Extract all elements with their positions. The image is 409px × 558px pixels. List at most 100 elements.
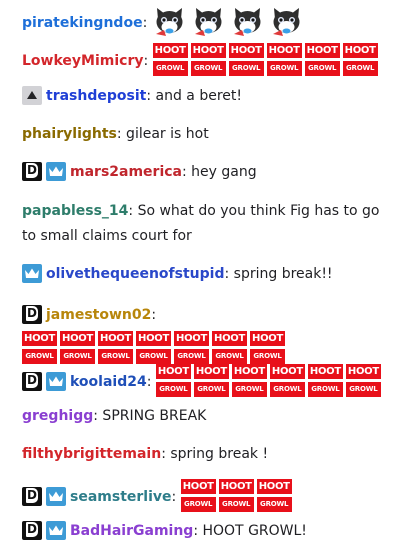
d-badge-icon[interactable] (22, 486, 42, 506)
d-badge-icon[interactable] (22, 371, 42, 391)
chat-message: piratekingndoe: (22, 6, 394, 40)
cat-emote[interactable] (191, 5, 226, 38)
hoot-growl-emote[interactable]: HOOT GROWL (266, 42, 302, 76)
emote-bottom-text: GROWL (349, 384, 378, 393)
emote-bottom-text: GROWL (194, 63, 223, 72)
emote-top-text: HOOT (344, 44, 376, 56)
chat-username[interactable]: mars2america (70, 164, 182, 180)
triangle-badge-icon[interactable] (22, 85, 42, 105)
chat-username[interactable]: seamsterlive (70, 489, 172, 505)
hoot-growl-emote[interactable]: HOOT GROWL (136, 330, 171, 364)
d-badge-icon[interactable] (22, 520, 42, 540)
emote-bottom-text: GROWL (273, 384, 302, 393)
chat-message-text: : gilear is hot (116, 126, 209, 142)
emote-bottom-text: GROWL (260, 499, 289, 508)
emote-bottom-text: GROWL (184, 499, 213, 508)
emote-bottom-text: GROWL (197, 384, 226, 393)
chat-message: koolaid24: HOOT GROWL HOOT GROWL HOOT GROWL HO… (22, 363, 394, 399)
emote-bottom-text: GROWL (139, 351, 168, 360)
hoot-growl-emote[interactable]: HOOT GROWL (228, 42, 264, 76)
emote-top-text: HOOT (347, 365, 379, 377)
emote-top-text: HOOT (138, 332, 169, 344)
hoot-growl-emote[interactable]: HOOT GROWL (22, 330, 57, 364)
chat-username[interactable]: phairylights (22, 126, 117, 142)
chat-message: BadHairGaming: HOOT GROWL! (22, 519, 394, 544)
emote-top-text: HOOT (220, 480, 252, 492)
hoot-growl-emote[interactable]: HOOT GROWL (345, 363, 381, 397)
hoot-growl-emote[interactable]: HOOT GROWL (250, 330, 285, 364)
emote-bottom-text: GROWL (101, 351, 130, 360)
cat-emote[interactable] (152, 5, 187, 38)
emote-top-text: HOOT (176, 332, 207, 344)
d-badge-icon[interactable] (22, 304, 42, 324)
emote-bottom-text: GROWL (159, 384, 188, 393)
hoot-growl-emote[interactable]: HOOT GROWL (155, 363, 191, 397)
emote-bottom-text: GROWL (25, 351, 54, 360)
chat-username[interactable]: papabless_14 (22, 203, 128, 219)
emote-bottom-text: GROWL (235, 384, 264, 393)
hoot-growl-emote[interactable]: HOOT GROWL (307, 363, 343, 397)
chat-username[interactable]: greghigg (22, 408, 93, 424)
chat-message: trashdeposit: and a beret! (22, 84, 394, 109)
crown-badge-icon[interactable] (46, 371, 66, 391)
hoot-growl-emote[interactable]: HOOT GROWL (256, 478, 292, 512)
chat-message: mars2america: hey gang (22, 160, 394, 185)
hoot-growl-emote[interactable]: HOOT GROWL (342, 42, 378, 76)
emote-top-text: HOOT (306, 44, 338, 56)
hoot-growl-emote[interactable]: HOOT GROWL (180, 478, 216, 512)
d-badge-icon[interactable] (22, 161, 42, 181)
chat-username[interactable]: BadHairGaming (70, 523, 193, 539)
crown-badge-icon[interactable] (46, 486, 66, 506)
chat-message-text: : hey gang (182, 164, 257, 180)
hoot-growl-emote[interactable]: HOOT GROWL (231, 363, 267, 397)
chat-username[interactable]: koolaid24 (70, 374, 147, 390)
message-separator: : (142, 15, 152, 31)
message-separator: : (171, 489, 181, 505)
chat-username[interactable]: filthybrigittemain (22, 446, 161, 462)
hoot-growl-emote[interactable]: HOOT GROWL (193, 363, 229, 397)
hoot-growl-emote[interactable]: HOOT GROWL (190, 42, 226, 76)
hoot-growl-emote[interactable]: HOOT GROWL (218, 478, 254, 512)
emote-bottom-text: GROWL (270, 63, 299, 72)
hoot-growl-emote[interactable]: HOOT GROWL (212, 330, 247, 364)
message-separator: : (143, 53, 153, 69)
hoot-growl-emote[interactable]: HOOT GROWL (304, 42, 340, 76)
emote-group: HOOT GROWL HOOT GROWL HOOT GROWL HOOT GROWL HOOT… (22, 330, 288, 364)
hoot-growl-emote[interactable]: HOOT GROWL (60, 330, 95, 364)
chat-message: LowkeyMimicry: HOOT GROWL HOOT GROWL HOOT GRO… (22, 42, 394, 78)
hoot-growl-emote[interactable]: HOOT GROWL (98, 330, 133, 364)
chat-message-text: : spring break!! (224, 266, 333, 282)
hoot-growl-emote[interactable]: HOOT GROWL (174, 330, 209, 364)
hoot-growl-emote[interactable]: HOOT GROWL (269, 363, 305, 397)
emote-top-text: HOOT (157, 365, 189, 377)
chat-message: jamestown02: HOOT GROWL HOOT GROWL HOOT GROWL… (22, 298, 394, 366)
emote-bottom-text: GROWL (253, 351, 282, 360)
chat-message: filthybrigittemain: spring break ! (22, 442, 394, 467)
emote-top-text: HOOT (24, 332, 55, 344)
emote-group: HOOT GROWL HOOT GROWL HOOT GROWL HOOT GROWL HOOT… (152, 42, 381, 76)
message-separator: : (146, 374, 156, 390)
crown-badge-icon[interactable] (22, 263, 42, 283)
crown-badge-icon[interactable] (46, 520, 66, 540)
chat-message-text: : HOOT GROWL! (193, 523, 307, 539)
emote-top-text: HOOT (309, 365, 341, 377)
chat-message: olivethequeenofstupid: spring break!! (22, 262, 394, 287)
crown-badge-icon[interactable] (46, 161, 66, 181)
emote-top-text: HOOT (233, 365, 265, 377)
chat-username[interactable]: olivethequeenofstupid (46, 266, 224, 282)
chat-username[interactable]: trashdeposit (46, 88, 146, 104)
emote-top-text: HOOT (192, 44, 224, 56)
cat-emote[interactable] (230, 5, 265, 38)
emote-top-text: HOOT (62, 332, 93, 344)
emote-bottom-text: GROWL (215, 351, 244, 360)
emote-top-text: HOOT (214, 332, 245, 344)
emote-bottom-text: GROWL (222, 499, 251, 508)
chat-messages-list: piratekingndoe: LowkeyMimicry: HOOT GROWL… (0, 0, 409, 558)
chat-username[interactable]: piratekingndoe (22, 15, 143, 31)
chat-username[interactable]: jamestown02 (46, 307, 151, 323)
chat-message: phairylights: gilear is hot (22, 122, 394, 147)
cat-emote[interactable] (269, 5, 304, 38)
hoot-growl-emote[interactable]: HOOT GROWL (152, 42, 188, 76)
chat-username[interactable]: LowkeyMimicry (22, 53, 143, 69)
emote-top-text: HOOT (195, 365, 227, 377)
